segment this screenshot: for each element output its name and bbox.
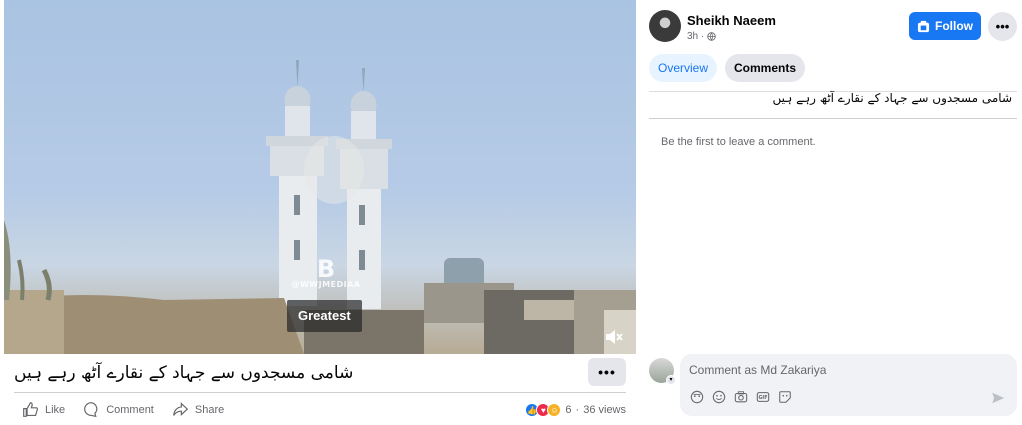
post-time[interactable]: 3h · bbox=[687, 31, 704, 42]
follow-button[interactable]: Follow bbox=[909, 12, 981, 40]
post-description: شامی مسجدوں سے جہاد کے نقارے آٹھ رہے ہیں bbox=[772, 91, 1012, 105]
views-count: 36 views bbox=[583, 404, 626, 416]
post-meta: 3h · bbox=[687, 31, 716, 42]
share-label: Share bbox=[194, 403, 225, 416]
care-reaction-icon: ☺ bbox=[547, 403, 562, 417]
comment-composer: GIF bbox=[680, 354, 1017, 416]
author-name[interactable]: Sheikh Naeem bbox=[687, 13, 776, 28]
tab-comments[interactable]: Comments bbox=[725, 54, 806, 82]
divider bbox=[649, 118, 1017, 119]
camera-icon[interactable] bbox=[734, 390, 748, 404]
reactions-summary[interactable]: 👍 ♥ ☺ 6 · 36 views bbox=[525, 403, 626, 417]
gif-icon[interactable]: GIF bbox=[756, 390, 770, 404]
emoji-icon[interactable] bbox=[712, 390, 726, 404]
divider bbox=[14, 392, 626, 393]
globe-icon bbox=[707, 32, 716, 41]
reactions-count: 6 bbox=[565, 404, 572, 416]
watermark: B @WWJMEDIAA bbox=[286, 255, 366, 289]
side-panel: Sheikh Naeem 3h · Follow ••• Overview Co… bbox=[640, 0, 1022, 425]
comment-input[interactable] bbox=[689, 363, 989, 377]
avatar-sticker-icon[interactable] bbox=[690, 390, 704, 404]
comment-bubble-icon bbox=[84, 402, 98, 418]
share-button[interactable]: Share bbox=[172, 401, 224, 418]
video-player[interactable]: B @WWJMEDIAA Greatest bbox=[4, 0, 636, 354]
reaction-icons: 👍 ♥ ☺ bbox=[525, 403, 562, 417]
tab-overview[interactable]: Overview bbox=[649, 54, 718, 82]
like-label: Like bbox=[45, 403, 66, 416]
follow-label: Follow bbox=[935, 19, 973, 33]
watermark-text: @WWJMEDIAA bbox=[291, 280, 361, 289]
follow-page-icon bbox=[917, 20, 930, 32]
panel-more-button[interactable]: ••• bbox=[988, 12, 1017, 41]
comment-label: Comment bbox=[106, 403, 154, 416]
sticker-icon[interactable] bbox=[778, 390, 792, 404]
comment-button[interactable]: Comment bbox=[83, 401, 154, 418]
share-arrow-icon bbox=[172, 402, 189, 416]
chevron-down-icon[interactable]: ▾ bbox=[666, 375, 676, 385]
author-avatar[interactable] bbox=[649, 10, 681, 42]
speaker-muted-icon[interactable] bbox=[604, 328, 624, 346]
panel-tabs: Overview Comments bbox=[649, 54, 806, 82]
post-actions: Like Comment Share bbox=[22, 401, 242, 418]
svg-text:GIF: GIF bbox=[759, 395, 768, 401]
video-caption: Greatest bbox=[287, 300, 362, 332]
post-more-button[interactable]: ••• bbox=[588, 358, 626, 386]
separator: · bbox=[575, 404, 580, 416]
post-title: شامی مسجدوں سے جہاد کے نقارے آٹھ رہے ہیں bbox=[14, 363, 354, 383]
composer-tools: GIF bbox=[690, 390, 792, 404]
thumbs-up-icon bbox=[23, 402, 38, 417]
empty-comments-message: Be the first to leave a comment. bbox=[661, 136, 816, 148]
video-column: B @WWJMEDIAA Greatest شامی مسجدوں سے جہا… bbox=[0, 0, 640, 425]
send-icon[interactable] bbox=[991, 391, 1005, 405]
watermark-logo: B bbox=[316, 255, 336, 283]
like-button[interactable]: Like bbox=[22, 401, 65, 418]
